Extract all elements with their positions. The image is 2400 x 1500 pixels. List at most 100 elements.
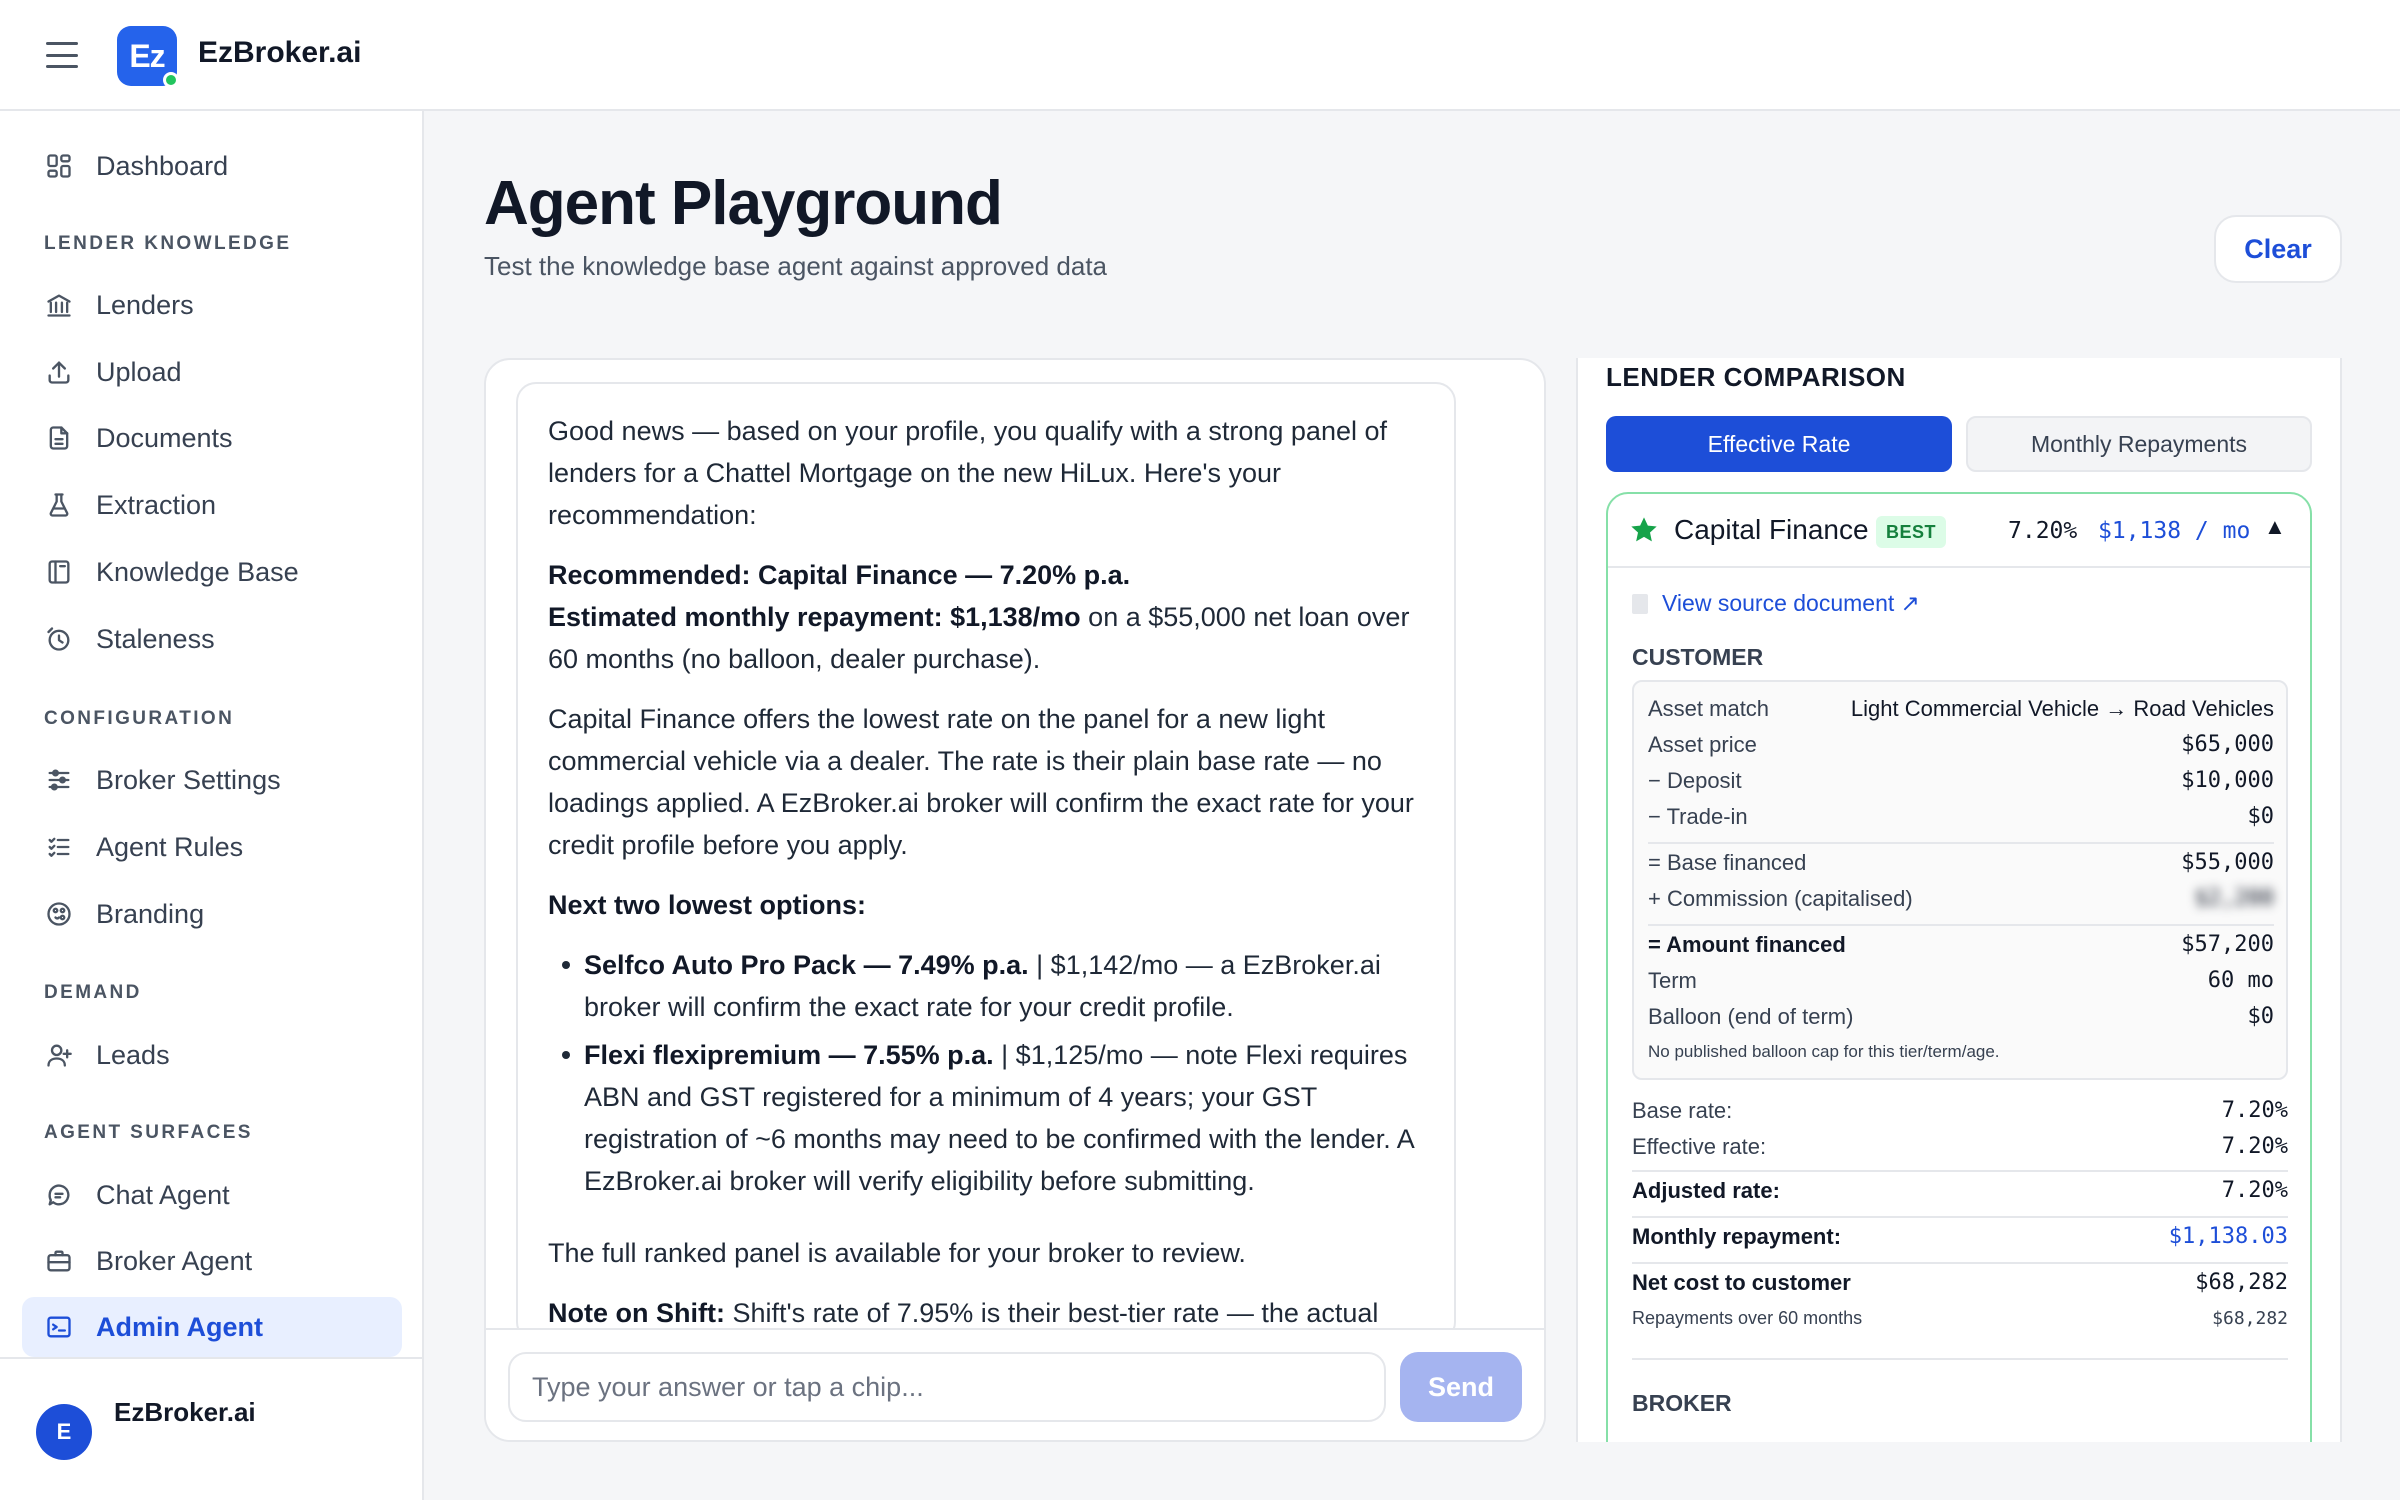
row-base-rate: Base rate: 7.20%: [1632, 1098, 2288, 1123]
row-amount-financed: = Amount financed $57,200: [1648, 932, 2274, 957]
lender-rate: 7.20%: [2008, 518, 2078, 544]
sidebar-item-agent-rules[interactable]: Agent Rules: [22, 817, 402, 877]
document-icon: [1632, 593, 1648, 614]
send-button[interactable]: Send: [1400, 1352, 1522, 1422]
page-subtitle: Test the knowledge base agent against ap…: [484, 251, 1108, 281]
broker-section-label: BROKER: [1632, 1390, 1732, 1416]
sidebar-item-broker-settings[interactable]: Broker Settings: [22, 750, 402, 810]
sidebar-item-label: Staleness: [96, 623, 215, 654]
lender-card-header[interactable]: Capital Finance BEST 7.20% $1,138 / mo ▲: [1608, 494, 2310, 568]
sidebar-item-label: Broker Settings: [96, 764, 281, 795]
page-title: Agent Playground: [484, 169, 1003, 238]
sidebar-item-leads[interactable]: Leads: [22, 1025, 402, 1085]
palette-icon: [42, 897, 76, 931]
options-list: Selfco Auto Pro Pack — 7.49% p.a. | $1,1…: [548, 944, 1424, 1202]
chat-panel: Good news — based on your profile, you q…: [484, 358, 1546, 1442]
section-lender-knowledge: LENDER KNOWLEDGE: [44, 233, 292, 254]
row-monthly-repayment: Monthly repayment: $1,138.03: [1632, 1224, 2288, 1249]
sidebar-item-admin-agent[interactable]: Admin Agent: [22, 1297, 402, 1357]
sidebar-item-knowledge-base[interactable]: Knowledge Base: [22, 542, 402, 602]
sidebar-item-dashboard[interactable]: Dashboard: [22, 136, 402, 196]
sidebar-item-label: Lenders: [96, 289, 194, 320]
customer-section-label: CUSTOMER: [1632, 644, 1764, 670]
sidebar-item-label: Extraction: [96, 489, 217, 520]
list-item: Flexi flexipremium — 7.55% p.a. | $1,125…: [562, 1034, 1424, 1202]
divider: [1632, 1216, 2288, 1218]
sidebar-item-label: Agent Rules: [96, 831, 244, 862]
section-agent-surfaces: AGENT SURFACES: [44, 1122, 253, 1143]
row-deposit: − Deposit $10,000: [1648, 768, 2274, 793]
list-item: Selfco Auto Pro Pack — 7.49% p.a. | $1,1…: [562, 944, 1424, 1028]
row-effective-rate: Effective rate: 7.20%: [1632, 1134, 2288, 1159]
sidebar-item-label: Admin Agent: [96, 1311, 263, 1342]
divider: [1648, 842, 2274, 844]
message-paragraph: Good news — based on your profile, you q…: [548, 416, 1387, 530]
lender-name: Capital Finance: [1674, 514, 1869, 545]
row-balloon: Balloon (end of term) $0: [1648, 1004, 2274, 1029]
sidebar-footer: E EzBroker.ai: [0, 1357, 422, 1500]
row-net-cost: Net cost to customer $68,282: [1632, 1270, 2288, 1295]
lender-card: Capital Finance BEST 7.20% $1,138 / mo ▲…: [1606, 492, 2312, 1442]
upload-icon: [42, 355, 76, 389]
divider: [1648, 924, 2274, 926]
briefcase-icon: [42, 1244, 76, 1278]
document-icon: [42, 421, 76, 455]
menu-icon[interactable]: [46, 42, 78, 68]
row-term: Term 60 mo: [1648, 968, 2274, 993]
sidebar-item-label: Documents: [96, 422, 233, 453]
lender-payment: $1,138 / mo: [2098, 518, 2251, 544]
sidebar-item-label: Leads: [96, 1039, 170, 1070]
sidebar: Dashboard LENDER KNOWLEDGE Lenders Uploa…: [0, 111, 424, 1500]
row-repayments-total: Repayments over 60 months $68,282: [1632, 1308, 2288, 1329]
section-demand: DEMAND: [44, 982, 142, 1003]
customer-breakdown: Asset match Light Commercial Vehicle → Ro…: [1632, 680, 2288, 1080]
message-paragraph: Capital Finance offers the lowest rate o…: [548, 704, 1414, 860]
user-plus-icon: [42, 1038, 76, 1072]
brand-name: EzBroker.ai: [198, 36, 362, 69]
sidebar-item-label: Branding: [96, 898, 205, 929]
row-trade-in: − Trade-in $0: [1648, 804, 2274, 829]
message-paragraph: The full ranked panel is available for y…: [548, 1238, 1246, 1268]
checklist-icon: [42, 830, 76, 864]
clear-button[interactable]: Clear: [2214, 215, 2342, 283]
sidebar-item-chat-agent[interactable]: Chat Agent: [22, 1165, 402, 1225]
divider: [1632, 1358, 2288, 1360]
sidebar-item-branding[interactable]: Branding: [22, 884, 402, 944]
star-icon: [1631, 517, 1657, 542]
bank-icon: [42, 288, 76, 322]
tab-effective-rate[interactable]: Effective Rate: [1606, 416, 1952, 472]
sidebar-item-label: Chat Agent: [96, 1179, 230, 1210]
tab-monthly-repayments[interactable]: Monthly Repayments: [1966, 416, 2312, 472]
lender-comparison-panel: LENDER COMPARISON Effective Rate Monthly…: [1576, 358, 2342, 1442]
chat-icon: [42, 1178, 76, 1212]
sidebar-item-staleness[interactable]: Staleness: [22, 609, 402, 669]
brand-logo: Ez: [117, 26, 179, 88]
sidebar-item-extraction[interactable]: Extraction: [22, 475, 402, 535]
sliders-icon: [42, 763, 76, 797]
agent-message: Good news — based on your profile, you q…: [516, 382, 1456, 1342]
view-source-link[interactable]: View source document ↗: [1632, 590, 1920, 617]
row-commission: + Commission (capitalised) $2,200: [1648, 886, 2274, 911]
section-configuration: CONFIGURATION: [44, 708, 235, 729]
sidebar-item-lenders[interactable]: Lenders: [22, 275, 402, 335]
collapse-caret-icon[interactable]: ▲: [2264, 514, 2286, 540]
chat-input[interactable]: [508, 1352, 1386, 1422]
sidebar-item-broker-agent[interactable]: Broker Agent: [22, 1231, 402, 1291]
estimated-repayment: Estimated monthly repayment: $1,138/mo: [548, 602, 1081, 632]
sidebar-item-label: Dashboard: [96, 150, 229, 181]
row-asset-match: Asset match Light Commercial Vehicle → Ro…: [1648, 696, 2274, 721]
dashboard-icon: [42, 149, 76, 183]
sidebar-item-upload[interactable]: Upload: [22, 342, 402, 402]
recommended-line: Recommended: Capital Finance — 7.20% p.a…: [548, 560, 1131, 590]
divider: [1632, 1170, 2288, 1172]
recommendation-block: Recommended: Capital Finance — 7.20% p.a…: [548, 554, 1424, 680]
avatar[interactable]: E: [36, 1404, 92, 1460]
online-status-dot: [163, 72, 179, 88]
balloon-note: No published balloon cap for this tier/t…: [1648, 1042, 2000, 1061]
sidebar-item-label: Upload: [96, 356, 182, 387]
clock-icon: [42, 622, 76, 656]
account-name: EzBroker.ai: [114, 1397, 256, 1427]
row-asset-price: Asset price $65,000: [1648, 732, 2274, 757]
sidebar-item-documents[interactable]: Documents: [22, 408, 402, 468]
best-badge: BEST: [1876, 516, 1947, 548]
